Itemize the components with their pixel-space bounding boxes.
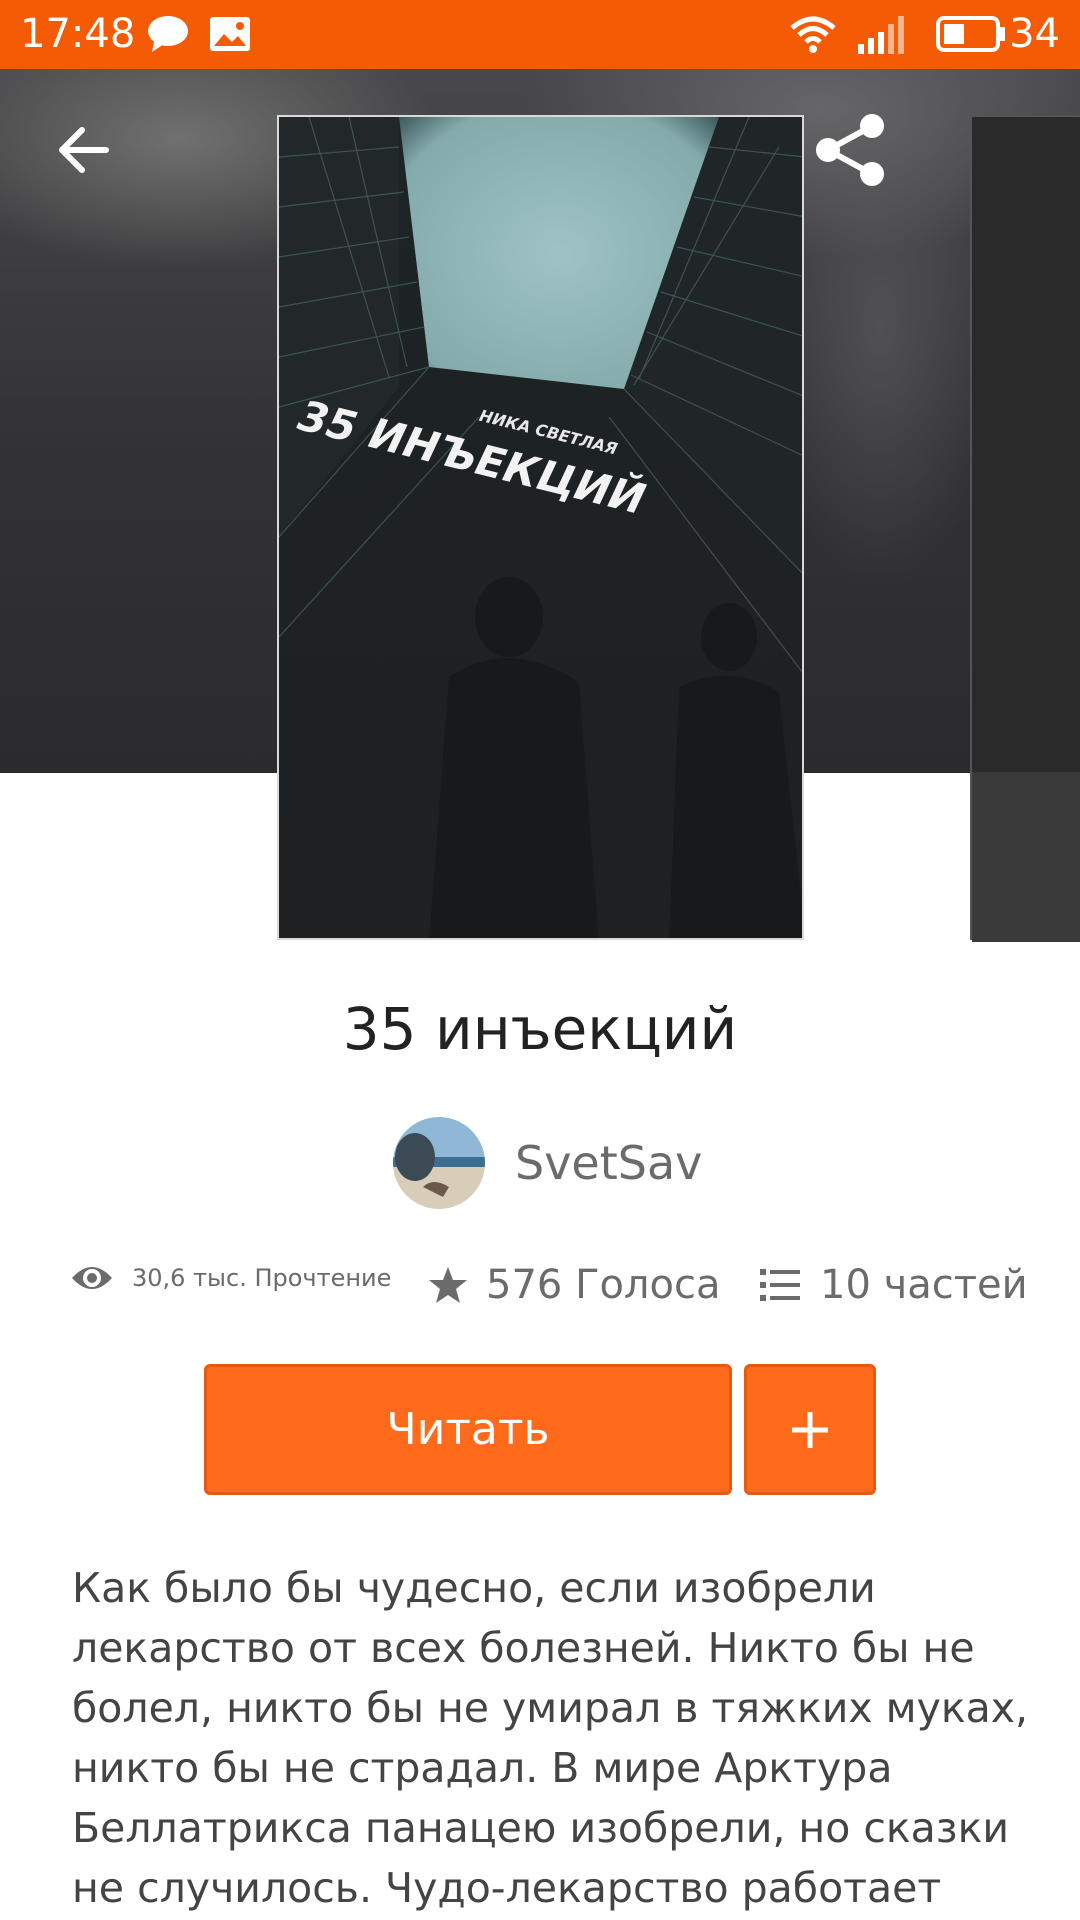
image-notification-icon <box>208 14 252 59</box>
reads-count: 30,6 тыс. Прочтение <box>132 1264 392 1292</box>
reads-stat: 30,6 тыс. Прочтение <box>70 1262 391 1294</box>
add-to-library-button[interactable] <box>744 1364 876 1495</box>
book-cover[interactable]: НИКА СВЕТЛАЯ 35 ИНЪЕКЦИЙ <box>277 115 804 940</box>
list-icon <box>760 1269 800 1301</box>
read-button[interactable]: Читать <box>204 1364 732 1495</box>
parts-count: 10 частей <box>820 1262 1028 1308</box>
plus-icon <box>792 1411 828 1448</box>
chat-bubble-icon <box>146 14 190 59</box>
votes-count: 576 Голоса <box>486 1262 721 1308</box>
book-title: 35 инъекций <box>342 995 738 1063</box>
votes-stat: 576 Голоса <box>428 1262 720 1308</box>
book-description: Как было бы чудесно, если изобрели лекар… <box>72 1564 1029 1912</box>
status-time: 17:48 <box>20 11 136 57</box>
back-button[interactable] <box>56 124 112 181</box>
star-icon <box>429 1267 467 1303</box>
signal-icon <box>856 14 912 61</box>
eye-icon <box>72 1267 112 1289</box>
next-book-cover[interactable] <box>970 115 1080 942</box>
author-name: SvetSav <box>515 1136 703 1190</box>
author-link[interactable]: SvetSav <box>393 1117 702 1209</box>
status-bar: 17:48 34 <box>0 0 1080 69</box>
share-icon <box>816 114 884 186</box>
battery-level: 34 <box>1009 11 1060 57</box>
parts-stat: 10 частей <box>760 1262 1028 1308</box>
arrow-left-icon <box>59 127 109 173</box>
battery-icon <box>936 16 1006 57</box>
share-button[interactable] <box>812 112 888 193</box>
avatar <box>393 1117 485 1209</box>
wifi-icon <box>788 14 838 61</box>
